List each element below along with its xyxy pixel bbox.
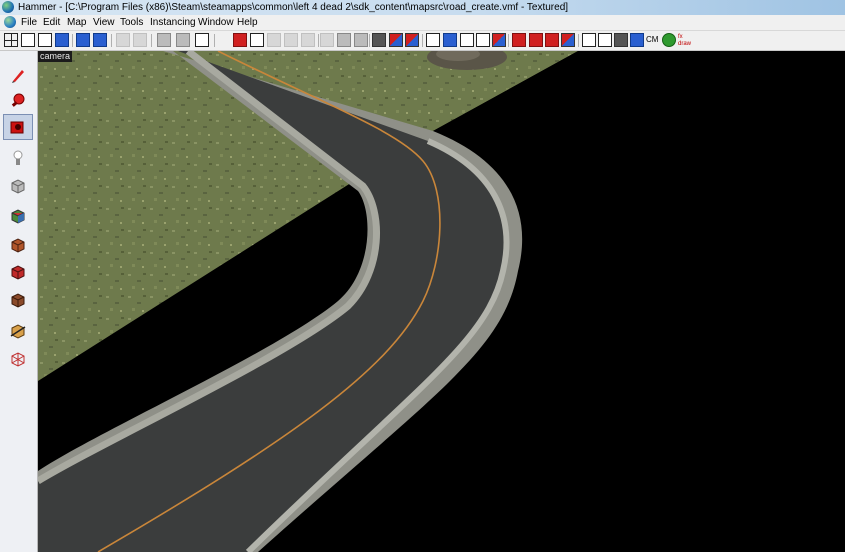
cordon-icon[interactable]: [372, 33, 386, 47]
entity-tool[interactable]: [4, 146, 32, 170]
overlay-tool[interactable]: [4, 288, 32, 312]
check-problems-icon[interactable]: [529, 33, 543, 47]
menu-edit[interactable]: Edit: [43, 16, 60, 29]
sound-radius-icon[interactable]: [582, 33, 596, 47]
toolbar-separator: [72, 34, 73, 47]
texture-application-tool[interactable]: [4, 204, 32, 228]
fx-draw-label[interactable]: fx draw: [678, 34, 692, 48]
toggle-grid-icon[interactable]: [4, 33, 18, 47]
toolbar-separator: [151, 34, 152, 47]
window-title: Hammer - [C:\Program Files (x86)\Steam\s…: [18, 2, 569, 13]
decal-tool[interactable]: [4, 260, 32, 284]
toolbar-separator: [422, 34, 423, 47]
hide-items-icon[interactable]: [157, 33, 171, 47]
apply-current-texture-tool[interactable]: [4, 233, 32, 257]
brown-cube-icon: [11, 238, 25, 253]
block-tool[interactable]: [4, 174, 32, 198]
menu-map[interactable]: Map: [67, 16, 86, 29]
carve-icon[interactable]: [76, 33, 90, 47]
flat-shaded-icon[interactable]: [267, 33, 281, 47]
flip-vertical-icon[interactable]: [492, 33, 506, 47]
textured-cube-icon: [11, 209, 25, 224]
overlay-cube-icon: [11, 293, 25, 308]
align-icon[interactable]: [460, 33, 474, 47]
run-map-icon[interactable]: [561, 33, 575, 47]
clip-cube-icon: [10, 324, 26, 339]
toolbar-separator: [214, 34, 215, 47]
texture-lock-icon[interactable]: [443, 33, 457, 47]
tool-sidebar: [0, 51, 38, 552]
pointer-icon: [12, 70, 24, 83]
menu-instancing[interactable]: Instancing: [150, 16, 196, 29]
toolbar-separator: [318, 34, 319, 47]
undo-icon[interactable]: [116, 33, 130, 47]
viewport-label[interactable]: camera: [38, 51, 73, 62]
camera-icon: [10, 121, 24, 134]
selection-tool[interactable]: [4, 63, 32, 87]
copy-icon[interactable]: [337, 33, 351, 47]
cubemap-label[interactable]: CM: [646, 35, 658, 45]
toggle-preview-icon[interactable]: [614, 33, 628, 47]
red-cube-icon: [11, 265, 25, 280]
magnify-tool[interactable]: [4, 89, 32, 113]
paste-icon[interactable]: [354, 33, 368, 47]
magnify-icon: [11, 93, 25, 107]
larger-grid-icon[interactable]: [55, 33, 69, 47]
textured-icon[interactable]: [284, 33, 298, 47]
menu-tools[interactable]: Tools: [120, 16, 143, 29]
toolbar-separator: [508, 34, 509, 47]
light-bulb-icon: [13, 150, 23, 165]
document-icon[interactable]: [4, 16, 16, 28]
show-connections-icon[interactable]: [545, 33, 559, 47]
isolate-icon[interactable]: [195, 33, 209, 47]
entity-report-icon[interactable]: [512, 33, 526, 47]
toolbar-separator: [111, 34, 112, 47]
main-toolbar: CM fx draw: [0, 31, 845, 51]
lightmap-grid-icon[interactable]: [301, 33, 315, 47]
flip-horizontal-icon[interactable]: [476, 33, 490, 47]
cut-icon[interactable]: [320, 33, 334, 47]
menu-view[interactable]: View: [93, 16, 115, 29]
hide-helpers-icon[interactable]: [389, 33, 403, 47]
vertex-tool[interactable]: [4, 347, 32, 371]
wireframe-icon[interactable]: [250, 33, 264, 47]
smaller-grid-icon[interactable]: [38, 33, 52, 47]
title-bar: Hammer - [C:\Program Files (x86)\Steam\s…: [0, 0, 845, 15]
clipping-tool[interactable]: [4, 319, 32, 343]
toggle-3d-grid-icon[interactable]: [21, 33, 35, 47]
menu-help[interactable]: Help: [237, 16, 258, 29]
menu-window[interactable]: Window: [198, 16, 234, 29]
toolbar-separator: [369, 34, 370, 47]
selection-box-icon[interactable]: [233, 33, 247, 47]
show-all-icon[interactable]: [176, 33, 190, 47]
toolbar-separator: [578, 34, 579, 47]
camera-viewport[interactable]: camera: [38, 51, 845, 552]
select-bounds-icon[interactable]: [426, 33, 440, 47]
hammer-app-icon[interactable]: [2, 1, 14, 13]
lighting-preview-icon[interactable]: [630, 33, 644, 47]
model-collision-icon[interactable]: [598, 33, 612, 47]
show-helpers-icon[interactable]: [405, 33, 419, 47]
vertex-cube-icon: [11, 352, 25, 367]
redo-icon[interactable]: [133, 33, 147, 47]
group-icon[interactable]: [93, 33, 107, 47]
3d-scene[interactable]: [38, 51, 845, 552]
gray-block-icon: [11, 179, 25, 194]
camera-tool[interactable]: [3, 114, 33, 140]
menu-file[interactable]: File: [21, 16, 37, 29]
leaf-icon[interactable]: [662, 33, 676, 47]
menu-bar: File Edit Map View Tools Instancing Wind…: [0, 15, 845, 31]
